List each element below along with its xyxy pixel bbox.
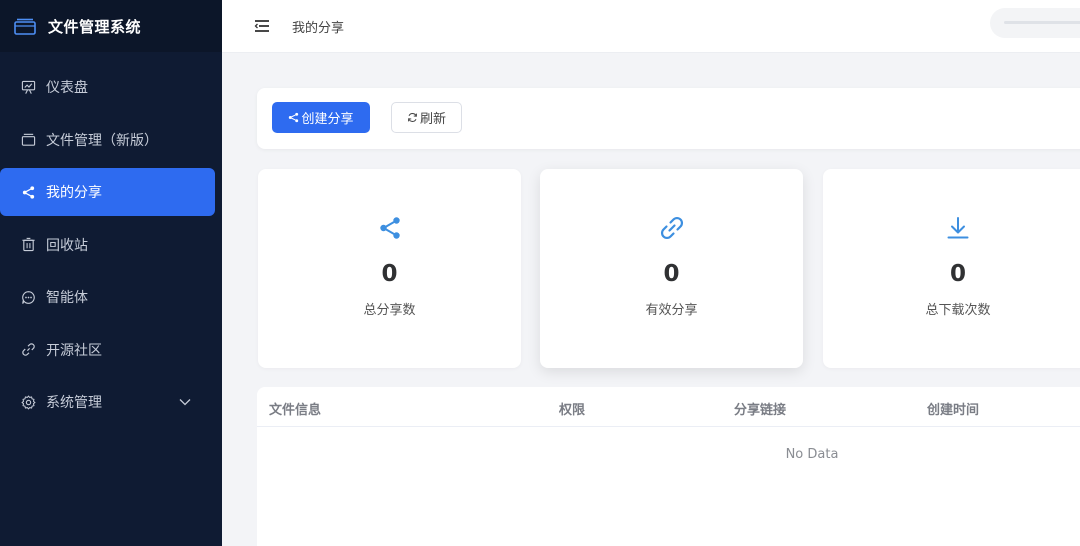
sidebar-item-recycle-bin[interactable]: 回收站 <box>0 221 214 269</box>
stat-value: 0 <box>949 261 966 287</box>
create-share-button[interactable]: 创建分享 <box>272 102 370 133</box>
sidebar-item-label: 仪表盘 <box>46 80 88 96</box>
share-icon <box>379 217 400 239</box>
column-header-share-link[interactable]: 分享链接 <box>734 399 786 418</box>
chat-icon <box>21 290 36 305</box>
stat-value: 0 <box>381 261 398 287</box>
folder-icon <box>21 132 36 147</box>
sidebar: 文件管理系统 仪表盘 文件管理（新版） 我的分享 回收站 智能体 开源社区 系统… <box>0 0 222 546</box>
sidebar-item-label: 开源社区 <box>46 342 102 359</box>
sidebar-item-files[interactable]: 文件管理（新版） <box>0 116 214 164</box>
stat-label: 总下载次数 <box>925 303 991 318</box>
stat-label: 总分享数 <box>363 303 416 318</box>
sidebar-item-label: 我的分享 <box>46 185 102 201</box>
share-icon <box>289 112 299 123</box>
sidebar-menu: 仪表盘 文件管理（新版） 我的分享 回收站 智能体 开源社区 系统管理 <box>0 52 222 426</box>
sidebar-item-dashboard[interactable]: 仪表盘 <box>0 63 214 111</box>
gear-icon <box>21 394 36 410</box>
refresh-button[interactable]: 刷新 <box>391 102 462 133</box>
app-logo-icon <box>14 18 36 35</box>
chevron-down-icon[interactable] <box>178 395 192 409</box>
refresh-icon <box>408 113 417 122</box>
sidebar-item-my-shares[interactable]: 我的分享 <box>0 168 215 216</box>
stat-card-valid-shares: 0 有效分享 <box>540 169 803 368</box>
link-icon <box>660 216 683 240</box>
top-bar: 我的分享 <box>222 0 1080 53</box>
share-icon <box>21 185 36 200</box>
sidebar-item-open-source[interactable]: 开源社区 <box>0 326 214 374</box>
shares-table: 文件信息 权限 分享链接 创建时间 No Data <box>257 387 1080 546</box>
stat-label: 有效分享 <box>645 303 698 318</box>
refresh-label: 刷新 <box>419 112 446 127</box>
column-header-file-info[interactable]: 文件信息 <box>269 399 321 418</box>
empty-state-text: No Data <box>785 447 839 462</box>
link-icon <box>21 342 36 357</box>
sidebar-item-label: 智能体 <box>46 290 88 306</box>
sidebar-item-agent[interactable]: 智能体 <box>0 273 214 321</box>
toolbar: 创建分享 刷新 <box>257 88 1080 149</box>
sidebar-item-label: 系统管理 <box>46 395 102 411</box>
dashboard-icon <box>21 80 36 95</box>
column-header-created-time[interactable]: 创建时间 <box>927 399 979 418</box>
create-share-label: 创建分享 <box>301 112 354 127</box>
table-header: 文件信息 权限 分享链接 创建时间 <box>257 387 1080 427</box>
trash-icon <box>21 237 36 252</box>
stat-value: 0 <box>663 261 680 287</box>
sidebar-item-label: 回收站 <box>46 237 88 254</box>
sidebar-item-label: 文件管理（新版） <box>46 132 158 149</box>
breadcrumb: 我的分享 <box>292 20 345 36</box>
download-icon <box>947 217 969 239</box>
menu-toggle-icon[interactable] <box>254 19 270 33</box>
column-header-permission[interactable]: 权限 <box>559 399 585 418</box>
stat-card-total-shares: 0 总分享数 <box>258 169 521 368</box>
header-search-pill[interactable] <box>990 8 1080 38</box>
stat-card-total-downloads: 0 总下载次数 <box>823 169 1080 368</box>
brand: 文件管理系统 <box>0 0 222 52</box>
app-title: 文件管理系统 <box>48 17 142 36</box>
sidebar-item-system-admin[interactable]: 系统管理 <box>0 378 214 426</box>
